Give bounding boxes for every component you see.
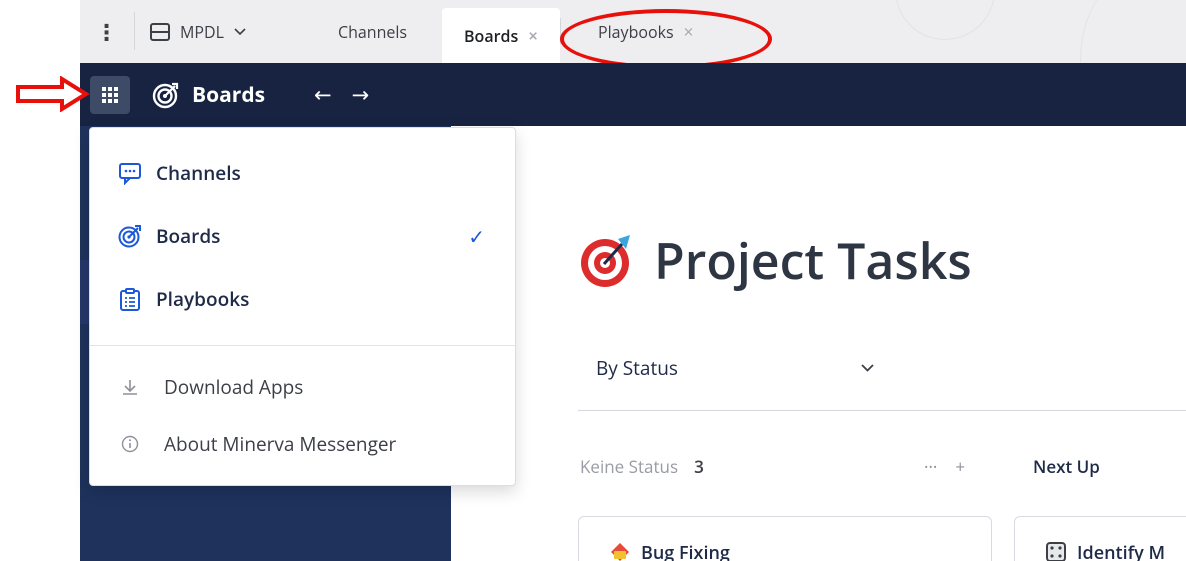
board-card[interactable]: Bug Fixing [578, 516, 992, 561]
card-title: Bug Fixing [641, 541, 730, 561]
playbooks-icon [118, 287, 142, 311]
menu-item-label: About Minerva Messenger [164, 431, 397, 457]
menu-item-download-apps[interactable]: Download Apps [90, 359, 515, 415]
menu-item-channels[interactable]: Channels [90, 145, 515, 201]
board-area [451, 126, 1186, 561]
column-name: Keine Status [580, 454, 679, 478]
column-count: 3 [694, 454, 704, 478]
chevron-down-icon [861, 364, 874, 372]
grid-icon [102, 87, 118, 103]
boards-icon [152, 82, 179, 108]
checkmark-icon: ✓ [468, 222, 485, 250]
back-arrow-icon[interactable]: ← [314, 81, 332, 109]
menu-item-label: Playbooks [156, 286, 250, 312]
divider [134, 12, 135, 50]
menu-item-playbooks[interactable]: Playbooks [90, 271, 515, 327]
forward-arrow-icon[interactable]: → [352, 81, 370, 109]
card-title: Identify M [1077, 541, 1166, 561]
current-product: Boards [152, 63, 265, 126]
app-header: Boards ← → [80, 63, 1186, 126]
bug-fixing-emoji-icon [611, 543, 629, 561]
column-actions: ··· + [924, 452, 965, 480]
add-card-icon[interactable]: + [955, 455, 965, 478]
menu-item-about[interactable]: About Minerva Messenger [90, 416, 515, 472]
history-nav: ← → [314, 63, 369, 126]
more-options-icon[interactable]: ··· [924, 455, 937, 478]
chevron-down-icon [234, 27, 246, 35]
board-header: Project Tasks [578, 226, 972, 294]
menu-item-label: Download Apps [164, 374, 304, 400]
menu-item-label: Channels [156, 160, 241, 186]
info-icon [118, 432, 142, 456]
download-icon [118, 375, 142, 399]
view-selector[interactable]: By Status [596, 352, 878, 384]
annotation-arrow [16, 76, 90, 112]
view-label: By Status [596, 355, 678, 381]
channels-icon [118, 161, 142, 185]
tab-label: Channels [338, 20, 408, 43]
column-header: Keine Status 3 [580, 452, 704, 480]
server-name: MPDL [180, 20, 224, 43]
product-switcher-button[interactable] [90, 76, 130, 114]
product-switcher-menu: Channels Boards ✓ Playbooks Download App… [89, 127, 516, 486]
board-card[interactable]: Identify M [1014, 516, 1186, 561]
more-options-icon[interactable]: ⋮ [80, 0, 133, 63]
tab-label: Boards [464, 24, 519, 47]
annotation-ellipse [560, 9, 772, 69]
server-icon [150, 22, 170, 41]
menu-divider [90, 345, 515, 346]
product-name: Boards [192, 80, 266, 109]
game-die-icon [1046, 542, 1066, 561]
menu-item-label: Boards [156, 223, 221, 249]
column-header: Next Up [1033, 452, 1100, 480]
board-title[interactable]: Project Tasks [654, 226, 972, 294]
target-icon [581, 235, 630, 287]
column-name: Next Up [1033, 454, 1100, 478]
tab-channels[interactable]: Channels [338, 0, 407, 63]
close-tab-icon[interactable]: × [528, 24, 538, 47]
server-selector[interactable]: MPDL [150, 0, 246, 63]
boards-icon [118, 224, 142, 248]
divider [578, 410, 1186, 411]
menu-item-boards[interactable]: Boards ✓ [90, 208, 515, 264]
tab-boards[interactable]: Boards × [442, 8, 560, 63]
